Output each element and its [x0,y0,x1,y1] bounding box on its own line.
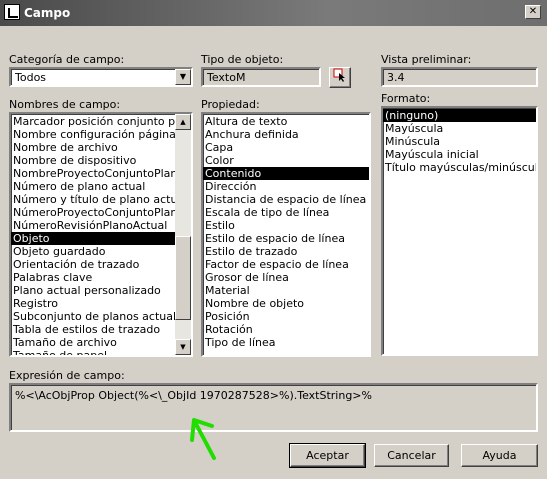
nombres-scrollbar[interactable]: ▲ ▼ [175,114,191,355]
propiedad-list-item[interactable]: Estilo de espacio de línea [203,232,369,245]
tipo-objeto-value: TextoM [207,71,246,84]
propiedad-list-item[interactable]: Rotación [203,323,369,336]
annotation-arrow-icon [190,418,216,460]
propiedad-list-item[interactable]: Escala de tipo de línea [203,206,369,219]
vista-value: 3.4 [387,71,405,84]
chevron-down-icon[interactable]: ▼ [175,69,191,85]
cancelar-button[interactable]: Cancelar [374,444,449,467]
formato-list-item[interactable]: Título mayúsculas/minúsculas [383,161,536,174]
window-title: Campo [24,6,71,20]
expresion-label: Expresión de campo: [9,369,125,382]
propiedad-label: Propiedad: [201,98,260,111]
close-button[interactable]: ✕ [525,5,541,19]
propiedad-list-item[interactable]: Color [203,154,369,167]
propiedad-list-item[interactable]: Factor de espacio de línea [203,258,369,271]
propiedad-list-item[interactable]: Anchura definida [203,128,369,141]
formato-list[interactable]: (ninguno) Mayúscula Minúscula Mayúscula ini… [381,106,538,356]
propiedad-list-item[interactable]: Dirección [203,180,369,193]
scroll-thumb[interactable] [175,236,191,320]
nombres-list-item[interactable]: Nombre de archivo [11,141,175,154]
nombres-list-item[interactable]: Tabla de estilos de trazado [11,323,175,336]
ayuda-button[interactable]: Ayuda [461,444,538,467]
nombres-list-item[interactable]: Tamaño de papel [11,349,175,355]
nombres-list[interactable]: Marcador posición conjunto planosNombre … [9,112,193,357]
nombres-list-item[interactable]: Plano actual personalizado [11,284,175,297]
nombres-list-item[interactable]: Palabras clave [11,271,175,284]
nombres-list-item[interactable]: Número y título de plano actual [11,193,175,206]
nombres-list-item[interactable]: Nombre configuración página [11,128,175,141]
categoria-dropdown[interactable]: Todos ▼ [9,67,193,87]
nombres-list-item[interactable]: NúmeroRevisiónPlanoActual [11,219,175,232]
nombres-list-item[interactable]: Subconjunto de planos actual [11,310,175,323]
tipo-objeto-field: TextoM [201,67,321,87]
propiedad-list-item[interactable]: Estilo de trazado [203,245,369,258]
nombres-list-item[interactable]: Objeto guardado [11,245,175,258]
propiedad-list-item[interactable]: Capa [203,141,369,154]
nombres-list-item[interactable]: Marcador posición conjunto planos [11,115,175,128]
vista-label: Vista preliminar: [381,53,472,66]
expresion-field[interactable]: %<\AcObjProp Object(%<\_ObjId 1970287528… [9,383,538,432]
nombres-list-item[interactable]: Número de plano actual [11,180,175,193]
propiedad-list-item[interactable]: Altura de texto [203,115,369,128]
propiedad-list-item[interactable]: Grosor de línea [203,271,369,284]
propiedad-list-item[interactable]: Posición [203,310,369,323]
select-object-button[interactable] [329,67,351,88]
formato-list-item[interactable]: Mayúscula inicial [383,148,536,161]
propiedad-list-item[interactable]: Material [203,284,369,297]
vista-field: 3.4 [381,67,538,87]
nombres-items: Marcador posición conjunto planosNombre … [11,115,175,355]
select-object-icon [333,68,345,82]
propiedad-list-item[interactable]: Distancia de espacio de línea [203,193,369,206]
tipo-objeto-label: Tipo de objeto: [201,53,284,66]
nombres-label: Nombres de campo: [9,98,121,111]
app-icon [4,4,20,20]
expresion-value: %<\AcObjProp Object(%<\_ObjId 1970287528… [15,389,372,402]
scroll-up-icon[interactable]: ▲ [175,114,191,130]
categoria-value: Todos [15,71,47,84]
nombres-list-item[interactable]: NúmeroProyectoConjuntoPlanosAc [11,206,175,219]
propiedad-list[interactable]: Altura de texto Anchura definida Capa Color… [201,112,371,357]
formato-list-item[interactable]: Mayúscula [383,122,536,135]
aceptar-button[interactable]: Aceptar [289,443,366,468]
categoria-label: Categoría de campo: [9,53,125,66]
nombres-list-item[interactable]: Objeto [11,232,175,245]
propiedad-list-item[interactable]: Contenido [203,167,369,180]
nombres-list-item[interactable]: Registro [11,297,175,310]
nombres-list-item[interactable]: Tamaño de archivo [11,336,175,349]
nombres-list-item[interactable]: Nombre de dispositivo [11,154,175,167]
propiedad-list-item[interactable]: Nombre de objeto [203,297,369,310]
scroll-down-icon[interactable]: ▼ [175,339,191,355]
formato-list-item[interactable]: Minúscula [383,135,536,148]
formato-list-item[interactable]: (ninguno) [383,109,536,122]
nombres-list-item[interactable]: Orientación de trazado [11,258,175,271]
nombres-list-item[interactable]: NombreProyectoConjuntoPlanosAc [11,167,175,180]
propiedad-list-item[interactable]: Estilo [203,219,369,232]
propiedad-list-item[interactable]: Tipo de línea [203,336,369,349]
formato-label: Formato: [381,92,431,105]
title-bar [0,0,547,26]
